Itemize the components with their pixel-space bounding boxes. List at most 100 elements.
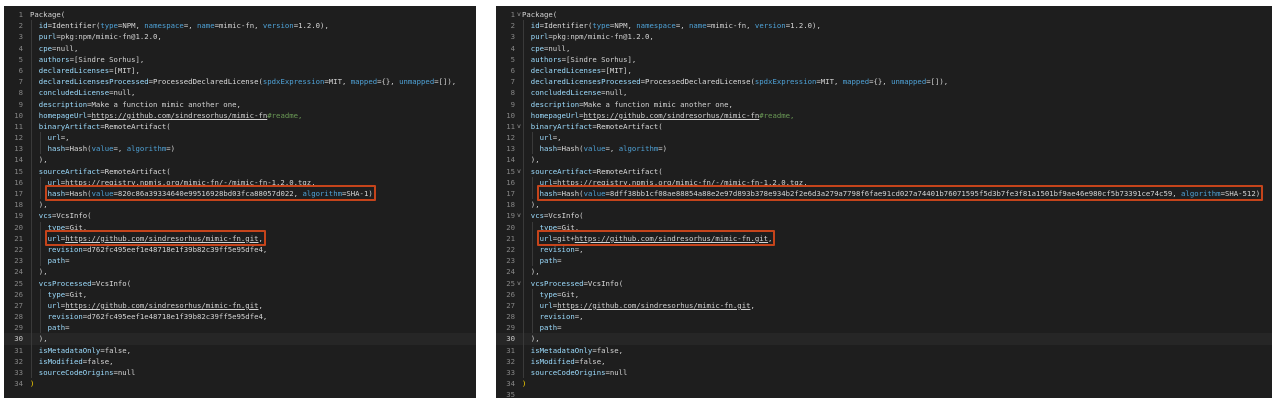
code-line[interactable]: 20 type=Git, xyxy=(496,221,1272,233)
indent-guide xyxy=(31,333,32,345)
code-line[interactable]: 1 v Package( xyxy=(496,9,1272,20)
code-line[interactable]: 9 description=Make a function mimic anoth… xyxy=(496,98,1272,110)
indent-guide xyxy=(523,120,524,133)
code-line[interactable]: 15 sourceArtifact=RemoteArtifact( xyxy=(4,165,476,177)
code-line[interactable]: 22 revision=d762fc495eef1e48718e1f39b82c3… xyxy=(4,243,476,256)
code-line[interactable]: 34) xyxy=(496,378,1272,389)
code-line[interactable]: 3 purl=pkg:npm/mimic-fn@1.2.0, xyxy=(496,31,1272,43)
code-editor-right[interactable]: 1 v Package(2 id=Identifier(type=NPM, names… xyxy=(496,6,1272,398)
code-line[interactable]: 16 url=https://registry.npmjs.org/mimic-f… xyxy=(4,176,476,188)
code-line[interactable]: 28 revision=d762fc495eef1e48718e1f39b82c3… xyxy=(4,311,476,323)
code-line[interactable]: 10 homepageUrl=https://github.com/sindres… xyxy=(496,109,1272,121)
code-text: cpe=null, xyxy=(39,43,79,54)
code-token: spdxExpression xyxy=(754,77,817,87)
code-line[interactable]: 27 url=https://github.com/sindresorhus/mi… xyxy=(496,299,1272,312)
code-line[interactable]: 7 declaredLicensesProcessed=ProcessedDecl… xyxy=(496,76,1272,88)
indent-guide xyxy=(31,87,32,99)
code-editor-left[interactable]: 1 Package(2 id=Identifier(type=NPM, namesp… xyxy=(4,6,476,398)
code-line[interactable]: 17 hash=Hash(value=8dff38bb1cf08ae88854a8… xyxy=(496,188,1272,200)
code-token: ), xyxy=(530,334,540,344)
code-line[interactable]: 18), xyxy=(4,199,476,211)
code-line[interactable]: 18), xyxy=(496,199,1272,211)
code-token: =d762fc495eef1e48718e1f39b82c39ff5e95dfe… xyxy=(82,312,268,322)
code-line[interactable]: 6 declaredLicenses=[MIT], xyxy=(4,64,476,77)
line-number: 34 xyxy=(506,379,515,389)
indent-guide xyxy=(523,355,524,367)
code-line[interactable]: 13 hash=Hash(value=, algorithm=) xyxy=(496,143,1272,155)
line-number: 20 xyxy=(14,222,23,232)
code-line[interactable]: 31 isMetadataOnly=false, xyxy=(496,344,1272,356)
code-line[interactable]: 7 declaredLicensesProcessed=ProcessedDecl… xyxy=(4,76,476,88)
code-line[interactable]: 19 vcs=VcsInfo( xyxy=(4,210,476,222)
code-line[interactable]: 11 v binaryArtifact=RemoteArtifact( xyxy=(496,120,1272,133)
code-line[interactable]: 27 url=https://github.com/sindresorhus/mi… xyxy=(4,299,476,312)
code-line[interactable]: 2 id=Identifier(type=NPM, namespace=, nam… xyxy=(4,20,476,32)
code-text: Package( xyxy=(522,9,557,20)
code-line[interactable]: 6 declaredLicenses=[MIT], xyxy=(496,64,1272,77)
code-line[interactable]: 17 hash=Hash(value=820c86a39334640e995169… xyxy=(4,188,476,200)
code-line[interactable]: 30), xyxy=(496,333,1272,345)
code-line[interactable]: 33 sourceCodeOrigins=null xyxy=(4,367,476,379)
code-line[interactable]: 24), xyxy=(4,266,476,278)
code-token: =https://registry.npmjs.org/mimic-fn/-/m… xyxy=(552,177,808,187)
code-line[interactable]: 21 url=https://github.com/sindresorhus/mi… xyxy=(4,232,476,244)
code-line[interactable]: 26 type=Git, xyxy=(4,288,476,300)
code-line[interactable]: 26 type=Git, xyxy=(496,288,1272,300)
code-line[interactable]: 8 concludedLicense=null, xyxy=(496,87,1272,99)
code-line[interactable]: 12 url=, xyxy=(4,132,476,144)
code-line[interactable]: 23 path= xyxy=(4,255,476,267)
code-line[interactable]: 19 v vcs=VcsInfo( xyxy=(496,210,1272,222)
code-line[interactable]: 11 binaryArtifact=RemoteArtifact( xyxy=(4,120,476,133)
indent-guide xyxy=(523,143,524,155)
code-line[interactable]: 14), xyxy=(4,154,476,166)
code-token: ) xyxy=(30,379,35,389)
code-line[interactable]: 20 type=Git, xyxy=(4,221,476,233)
code-line[interactable]: 35 xyxy=(496,389,1272,398)
code-line[interactable]: 29 path= xyxy=(4,322,476,334)
indent-guide xyxy=(523,277,524,289)
code-token: =[MIT], xyxy=(109,65,140,75)
code-text: isModified=false, xyxy=(39,356,114,367)
code-line[interactable]: 15 v sourceArtifact=RemoteArtifact( xyxy=(496,165,1272,177)
code-line[interactable]: 29 path= xyxy=(496,322,1272,334)
code-line[interactable]: 31 isMetadataOnly=false, xyxy=(4,344,476,356)
code-line[interactable]: 4 cpe=null, xyxy=(496,42,1272,54)
code-line[interactable]: 23 path= xyxy=(496,255,1272,267)
code-token: Hash xyxy=(561,144,580,154)
code-line[interactable]: 9 description=Make a function mimic anoth… xyxy=(4,98,476,110)
code-line[interactable]: 16 url=https://registry.npmjs.org/mimic-f… xyxy=(496,176,1272,188)
indent-guide xyxy=(39,288,41,300)
code-line[interactable]: 25 vcsProcessed=VcsInfo( xyxy=(4,277,476,289)
code-line[interactable]: 34) xyxy=(4,378,476,389)
code-line[interactable]: 4 cpe=null, xyxy=(4,42,476,54)
code-line[interactable]: 30), xyxy=(4,333,476,345)
code-text: Package( xyxy=(30,9,65,20)
code-line[interactable]: 28 revision=, xyxy=(496,311,1272,323)
indent-guide xyxy=(523,299,524,312)
line-number: 12 xyxy=(506,133,515,143)
code-line[interactable]: 24), xyxy=(496,266,1272,278)
code-line[interactable]: 1 Package( xyxy=(4,9,476,20)
code-line[interactable]: 8 concludedLicense=null, xyxy=(4,87,476,99)
code-line[interactable]: 5 authors=[Sindre Sorhus], xyxy=(4,53,476,65)
code-line[interactable]: 33 sourceCodeOrigins=null xyxy=(496,367,1272,379)
code-line[interactable]: 5 authors=[Sindre Sorhus], xyxy=(496,53,1272,65)
code-line[interactable]: 10 homepageUrl=https://github.com/sindres… xyxy=(4,109,476,121)
line-number: 11 xyxy=(14,121,23,131)
code-text: ), xyxy=(39,154,48,165)
code-line[interactable]: 22 revision=, xyxy=(496,243,1272,256)
code-line[interactable]: 25 v vcsProcessed=VcsInfo( xyxy=(496,277,1272,289)
line-number: 19 xyxy=(506,211,515,221)
code-line[interactable]: 12 url=, xyxy=(496,132,1272,144)
code-line[interactable]: 14), xyxy=(496,154,1272,166)
code-line[interactable]: 21 url=git+https://github.com/sindresorhu… xyxy=(496,232,1272,244)
code-line[interactable]: 32 isModified=false, xyxy=(496,355,1272,367)
code-token: =false, xyxy=(100,345,132,355)
code-line[interactable]: 13 hash=Hash(value=, algorithm=) xyxy=(4,143,476,155)
code-token: =git+ xyxy=(552,233,575,243)
code-token: https://github.com/sindresorhus/mimic-fn xyxy=(583,110,760,120)
code-line[interactable]: 3 purl=pkg:npm/mimic-fn@1.2.0, xyxy=(4,31,476,43)
code-line[interactable]: 2 id=Identifier(type=NPM, namespace=, nam… xyxy=(496,20,1272,32)
code-token: =, xyxy=(60,133,70,143)
code-line[interactable]: 32 isModified=false, xyxy=(4,355,476,367)
